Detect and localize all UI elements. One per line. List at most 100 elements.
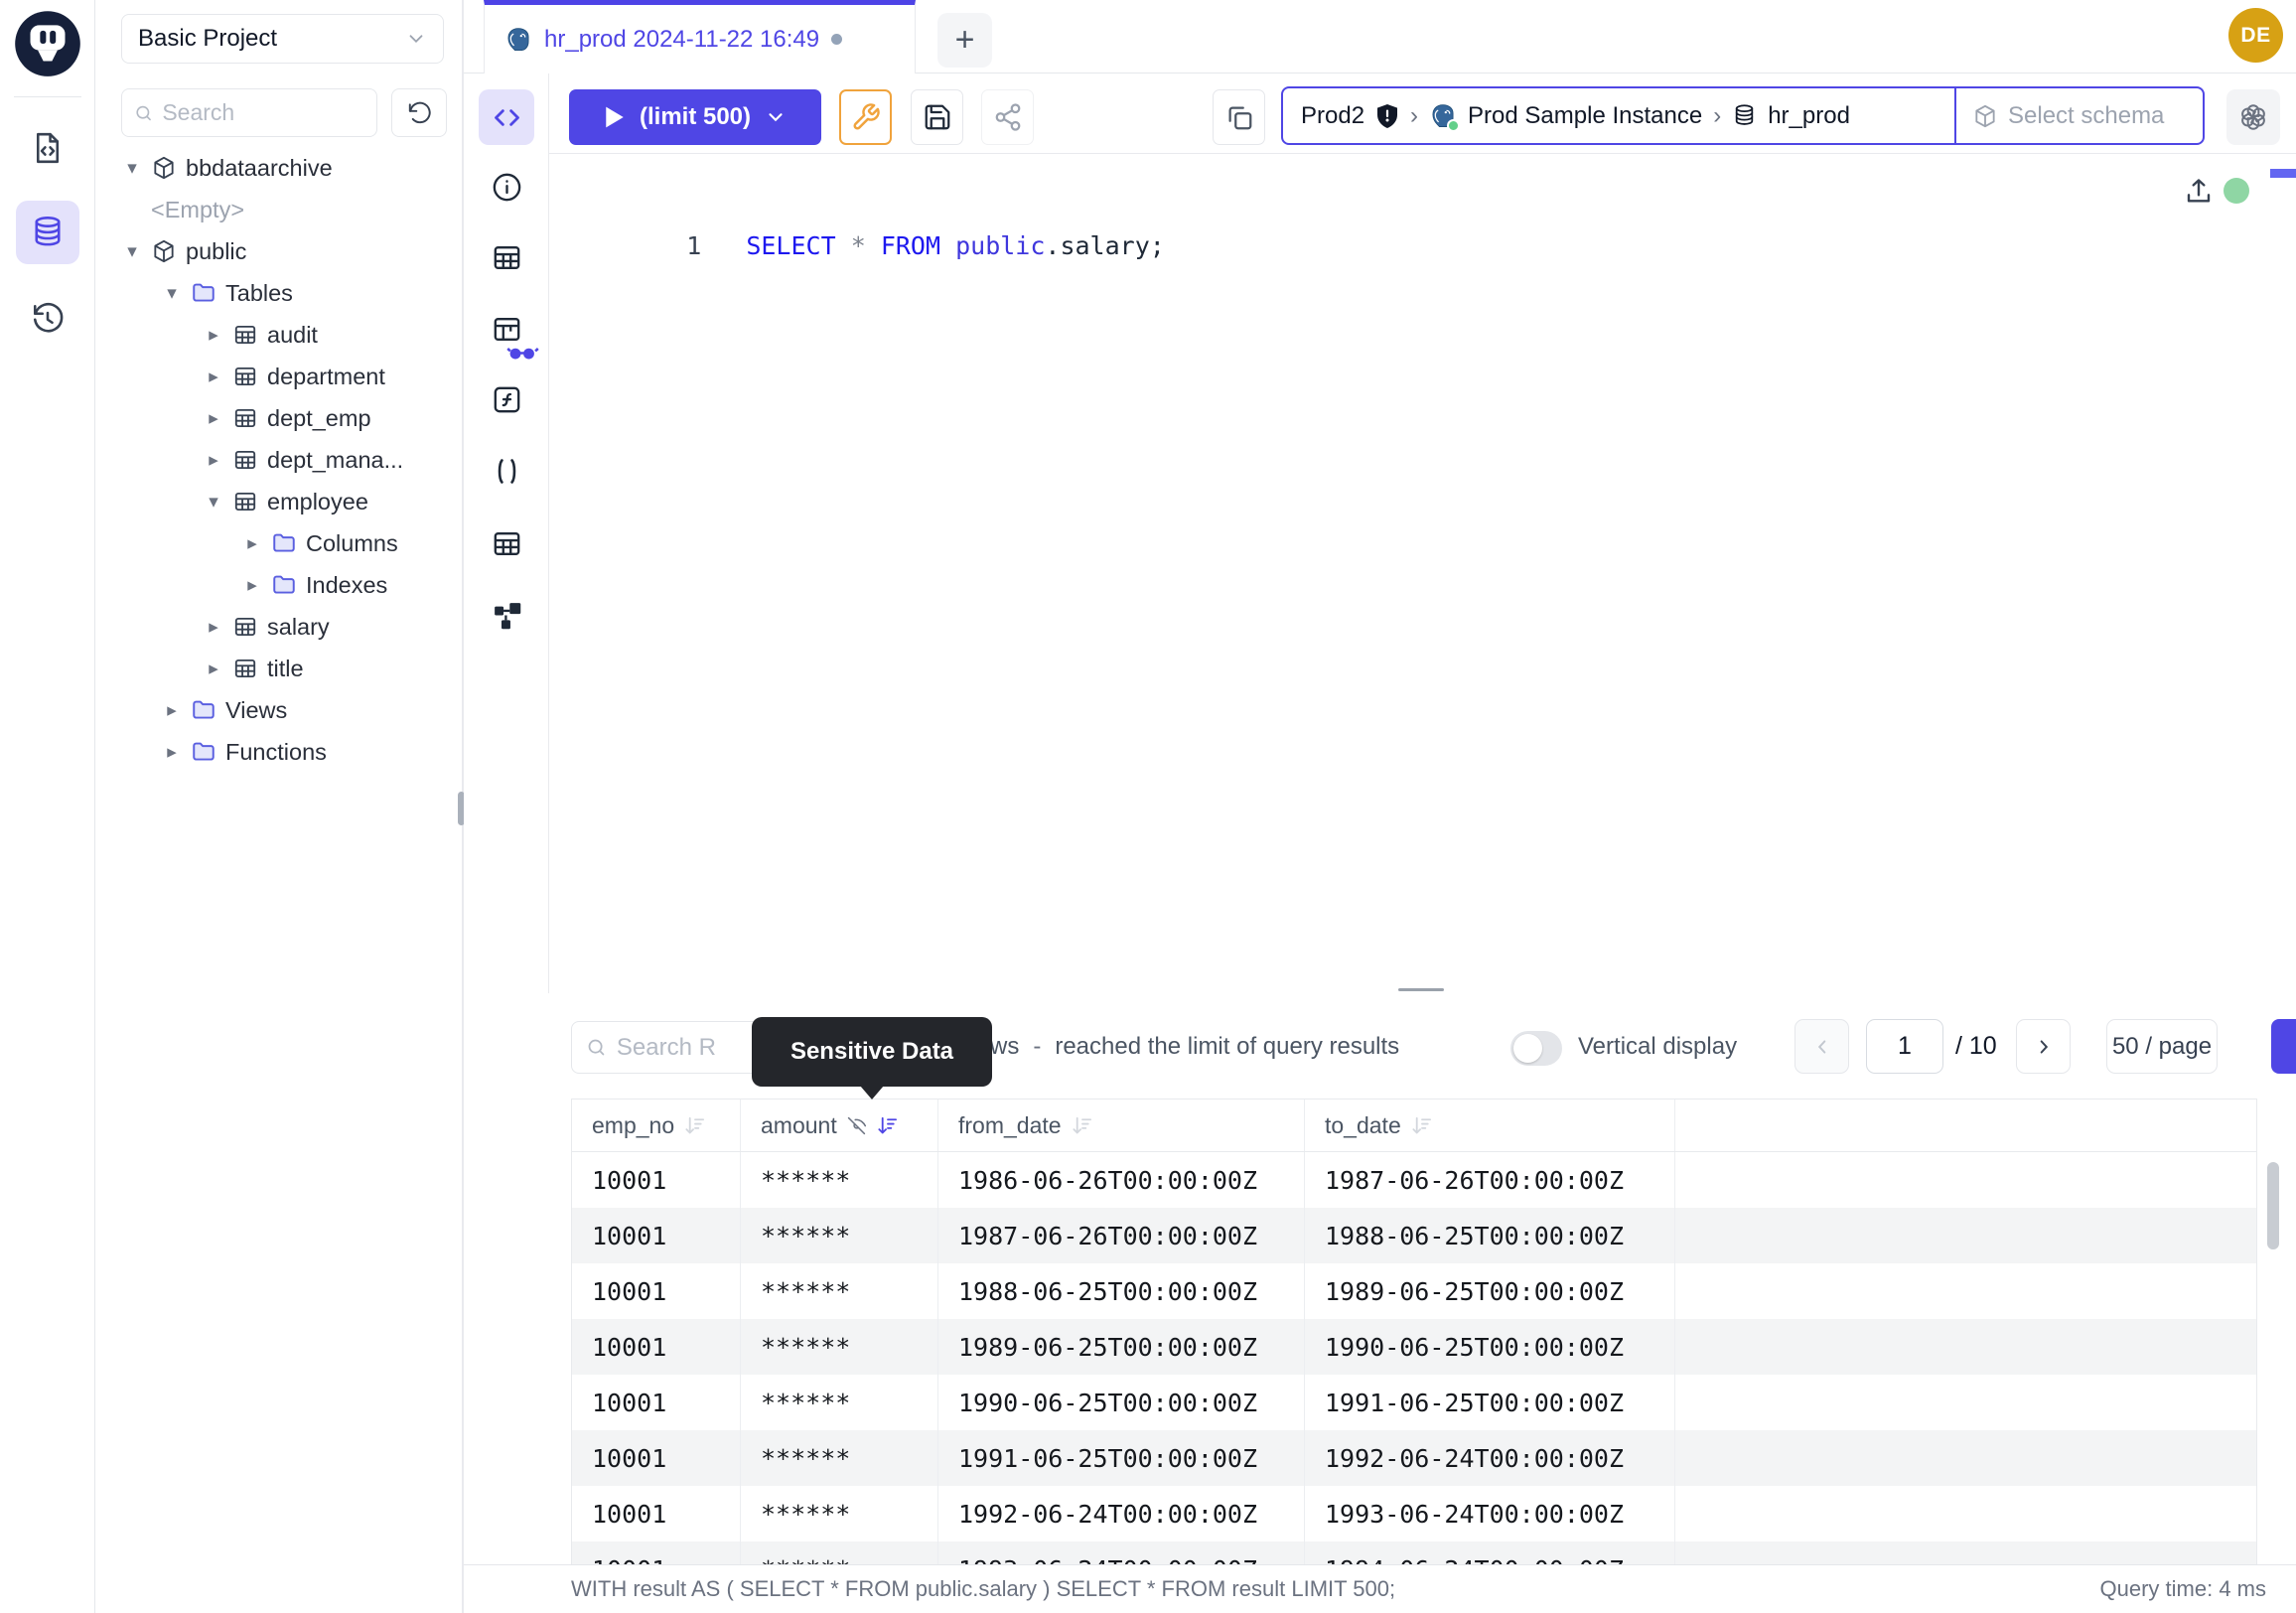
worksheet-icon[interactable] [16, 116, 79, 180]
sql-code-editor[interactable]: 1SELECT * FROM public.salary; [549, 154, 2296, 993]
tree-item-empty[interactable]: <Empty> [95, 189, 462, 230]
tree-item-dept-emp[interactable]: ▸dept_emp [95, 397, 462, 439]
page-size-select[interactable]: 50 / page [2106, 1019, 2218, 1074]
prev-page-button[interactable] [1794, 1019, 1849, 1074]
sidebar-search[interactable] [121, 88, 377, 137]
tree-item-department[interactable]: ▸department [95, 356, 462, 397]
caret-right-icon[interactable]: ▸ [161, 741, 183, 764]
caret-down-icon[interactable]: ▾ [161, 282, 183, 305]
database-nav-icon[interactable] [16, 201, 79, 264]
new-tab-button[interactable]: + [937, 13, 992, 68]
table-cell[interactable]: 10001 [572, 1375, 741, 1430]
table-cell[interactable]: 1986-06-26T00:00:00Z [938, 1152, 1305, 1208]
table-cell[interactable]: 10001 [572, 1486, 741, 1541]
vertical-display-toggle[interactable] [1510, 1031, 1562, 1066]
eye-off-icon[interactable] [846, 1115, 867, 1136]
caret-down-icon[interactable]: ▾ [121, 157, 143, 180]
table-cell[interactable]: ****** [741, 1375, 938, 1430]
table-cell[interactable]: 10001 [572, 1263, 741, 1319]
caret-right-icon[interactable]: ▸ [161, 699, 183, 722]
history-icon[interactable] [16, 287, 79, 351]
caret-right-icon[interactable]: ▸ [241, 532, 263, 555]
tree-item-views[interactable]: ▸Views [95, 689, 462, 731]
column-header-from_date[interactable]: from_date [938, 1100, 1305, 1151]
run-query-button[interactable]: (limit 500) [569, 89, 821, 145]
table-cell[interactable]: 1993-06-24T00:00:00Z [938, 1541, 1305, 1564]
results-edge-button[interactable] [2271, 1019, 2296, 1074]
column-header-emp_no[interactable]: emp_no [572, 1100, 741, 1151]
table-cell[interactable]: 1987-06-26T00:00:00Z [938, 1208, 1305, 1263]
table-panel-icon[interactable] [479, 229, 534, 285]
bytebase-logo[interactable] [13, 9, 82, 78]
grid-scrollbar-thumb[interactable] [2267, 1162, 2279, 1249]
caret-right-icon[interactable]: ▸ [203, 407, 224, 430]
caret-right-icon[interactable]: ▸ [203, 449, 224, 472]
tree-item-audit[interactable]: ▸audit [95, 314, 462, 356]
table-cell[interactable]: ****** [741, 1319, 938, 1375]
table-cell[interactable]: ****** [741, 1152, 938, 1208]
table-cell[interactable]: ****** [741, 1541, 938, 1564]
share-button[interactable] [981, 89, 1034, 145]
sensitive-table-panel-icon[interactable] [479, 301, 534, 357]
table-cell[interactable]: 1987-06-26T00:00:00Z [1305, 1152, 1675, 1208]
table-cell[interactable]: 1992-06-24T00:00:00Z [1305, 1430, 1675, 1486]
select-schema-button[interactable]: Select schema [1954, 88, 2203, 143]
batch-query-button[interactable] [1213, 89, 1265, 145]
sort-icon[interactable] [1410, 1114, 1433, 1137]
save-button[interactable] [911, 89, 963, 145]
tree-item-columns[interactable]: ▸Columns [95, 522, 462, 564]
tab-hr-prod[interactable]: hr_prod 2024-11-22 16:49 [484, 0, 916, 73]
table-cell[interactable]: 1992-06-24T00:00:00Z [938, 1486, 1305, 1541]
table-list-panel-icon[interactable] [479, 515, 534, 571]
next-page-button[interactable] [2016, 1019, 2071, 1074]
sort-icon[interactable] [683, 1114, 706, 1137]
caret-right-icon[interactable]: ▸ [203, 658, 224, 680]
tree-item-functions[interactable]: ▸Functions [95, 731, 462, 773]
column-header-amount[interactable]: amount [741, 1100, 938, 1151]
tree-item-indexes[interactable]: ▸Indexes [95, 564, 462, 606]
table-cell[interactable]: 1988-06-25T00:00:00Z [938, 1263, 1305, 1319]
caret-down-icon[interactable]: ▾ [121, 240, 143, 263]
function-panel-icon[interactable] [479, 371, 534, 427]
tree-item-tables[interactable]: ▾Tables [95, 272, 462, 314]
table-cell[interactable]: 1991-06-25T00:00:00Z [938, 1430, 1305, 1486]
table-cell[interactable]: 10001 [572, 1152, 741, 1208]
ai-assistant-button[interactable] [2226, 89, 2280, 145]
table-cell[interactable]: 1991-06-25T00:00:00Z [1305, 1375, 1675, 1430]
tree-item-employee[interactable]: ▾employee [95, 481, 462, 522]
connection-breadcrumb[interactable]: Prod2 › Prod Sample Instance › hr_prod S… [1281, 86, 2205, 145]
table-cell[interactable]: 1989-06-25T00:00:00Z [1305, 1263, 1675, 1319]
table-cell[interactable]: 1994-06-24T00:00:00Z [1305, 1541, 1675, 1564]
sql-code[interactable]: SELECT * FROM public.salary; [746, 231, 1165, 260]
code-line-1[interactable]: 1SELECT * FROM public.salary; [549, 181, 1165, 312]
table-cell[interactable]: 1993-06-24T00:00:00Z [1305, 1486, 1675, 1541]
table-cell[interactable]: 1990-06-25T00:00:00Z [1305, 1319, 1675, 1375]
caret-right-icon[interactable]: ▸ [203, 366, 224, 388]
table-cell[interactable]: ****** [741, 1430, 938, 1486]
sort-icon[interactable] [1071, 1114, 1093, 1137]
table-cell[interactable]: 1990-06-25T00:00:00Z [938, 1375, 1305, 1430]
caret-right-icon[interactable]: ▸ [203, 324, 224, 347]
sidebar-search-input[interactable] [162, 99, 364, 126]
table-cell[interactable]: 1989-06-25T00:00:00Z [938, 1319, 1305, 1375]
caret-down-icon[interactable]: ▾ [203, 491, 224, 513]
connection-path[interactable]: Prod2 › Prod Sample Instance › hr_prod [1283, 88, 1954, 143]
table-cell[interactable]: ****** [741, 1208, 938, 1263]
caret-right-icon[interactable]: ▸ [203, 616, 224, 639]
column-header-to_date[interactable]: to_date [1305, 1100, 1675, 1151]
table-cell[interactable]: ****** [741, 1263, 938, 1319]
table-cell[interactable]: 1988-06-25T00:00:00Z [1305, 1208, 1675, 1263]
table-cell[interactable]: 10001 [572, 1430, 741, 1486]
schema-diagram-icon[interactable] [479, 587, 534, 643]
user-avatar[interactable]: DE [2228, 8, 2283, 63]
chevron-down-icon[interactable] [765, 106, 787, 128]
project-select[interactable]: Basic Project [121, 14, 444, 64]
page-number-input[interactable] [1866, 1019, 1943, 1074]
tree-item-title[interactable]: ▸title [95, 648, 462, 689]
table-cell[interactable]: 10001 [572, 1208, 741, 1263]
export-sheet-icon[interactable] [2183, 176, 2215, 208]
table-cell[interactable]: 10001 [572, 1541, 741, 1564]
sort-icon[interactable] [876, 1114, 899, 1137]
tree-item-salary[interactable]: ▸salary [95, 606, 462, 648]
caret-right-icon[interactable]: ▸ [241, 574, 263, 597]
